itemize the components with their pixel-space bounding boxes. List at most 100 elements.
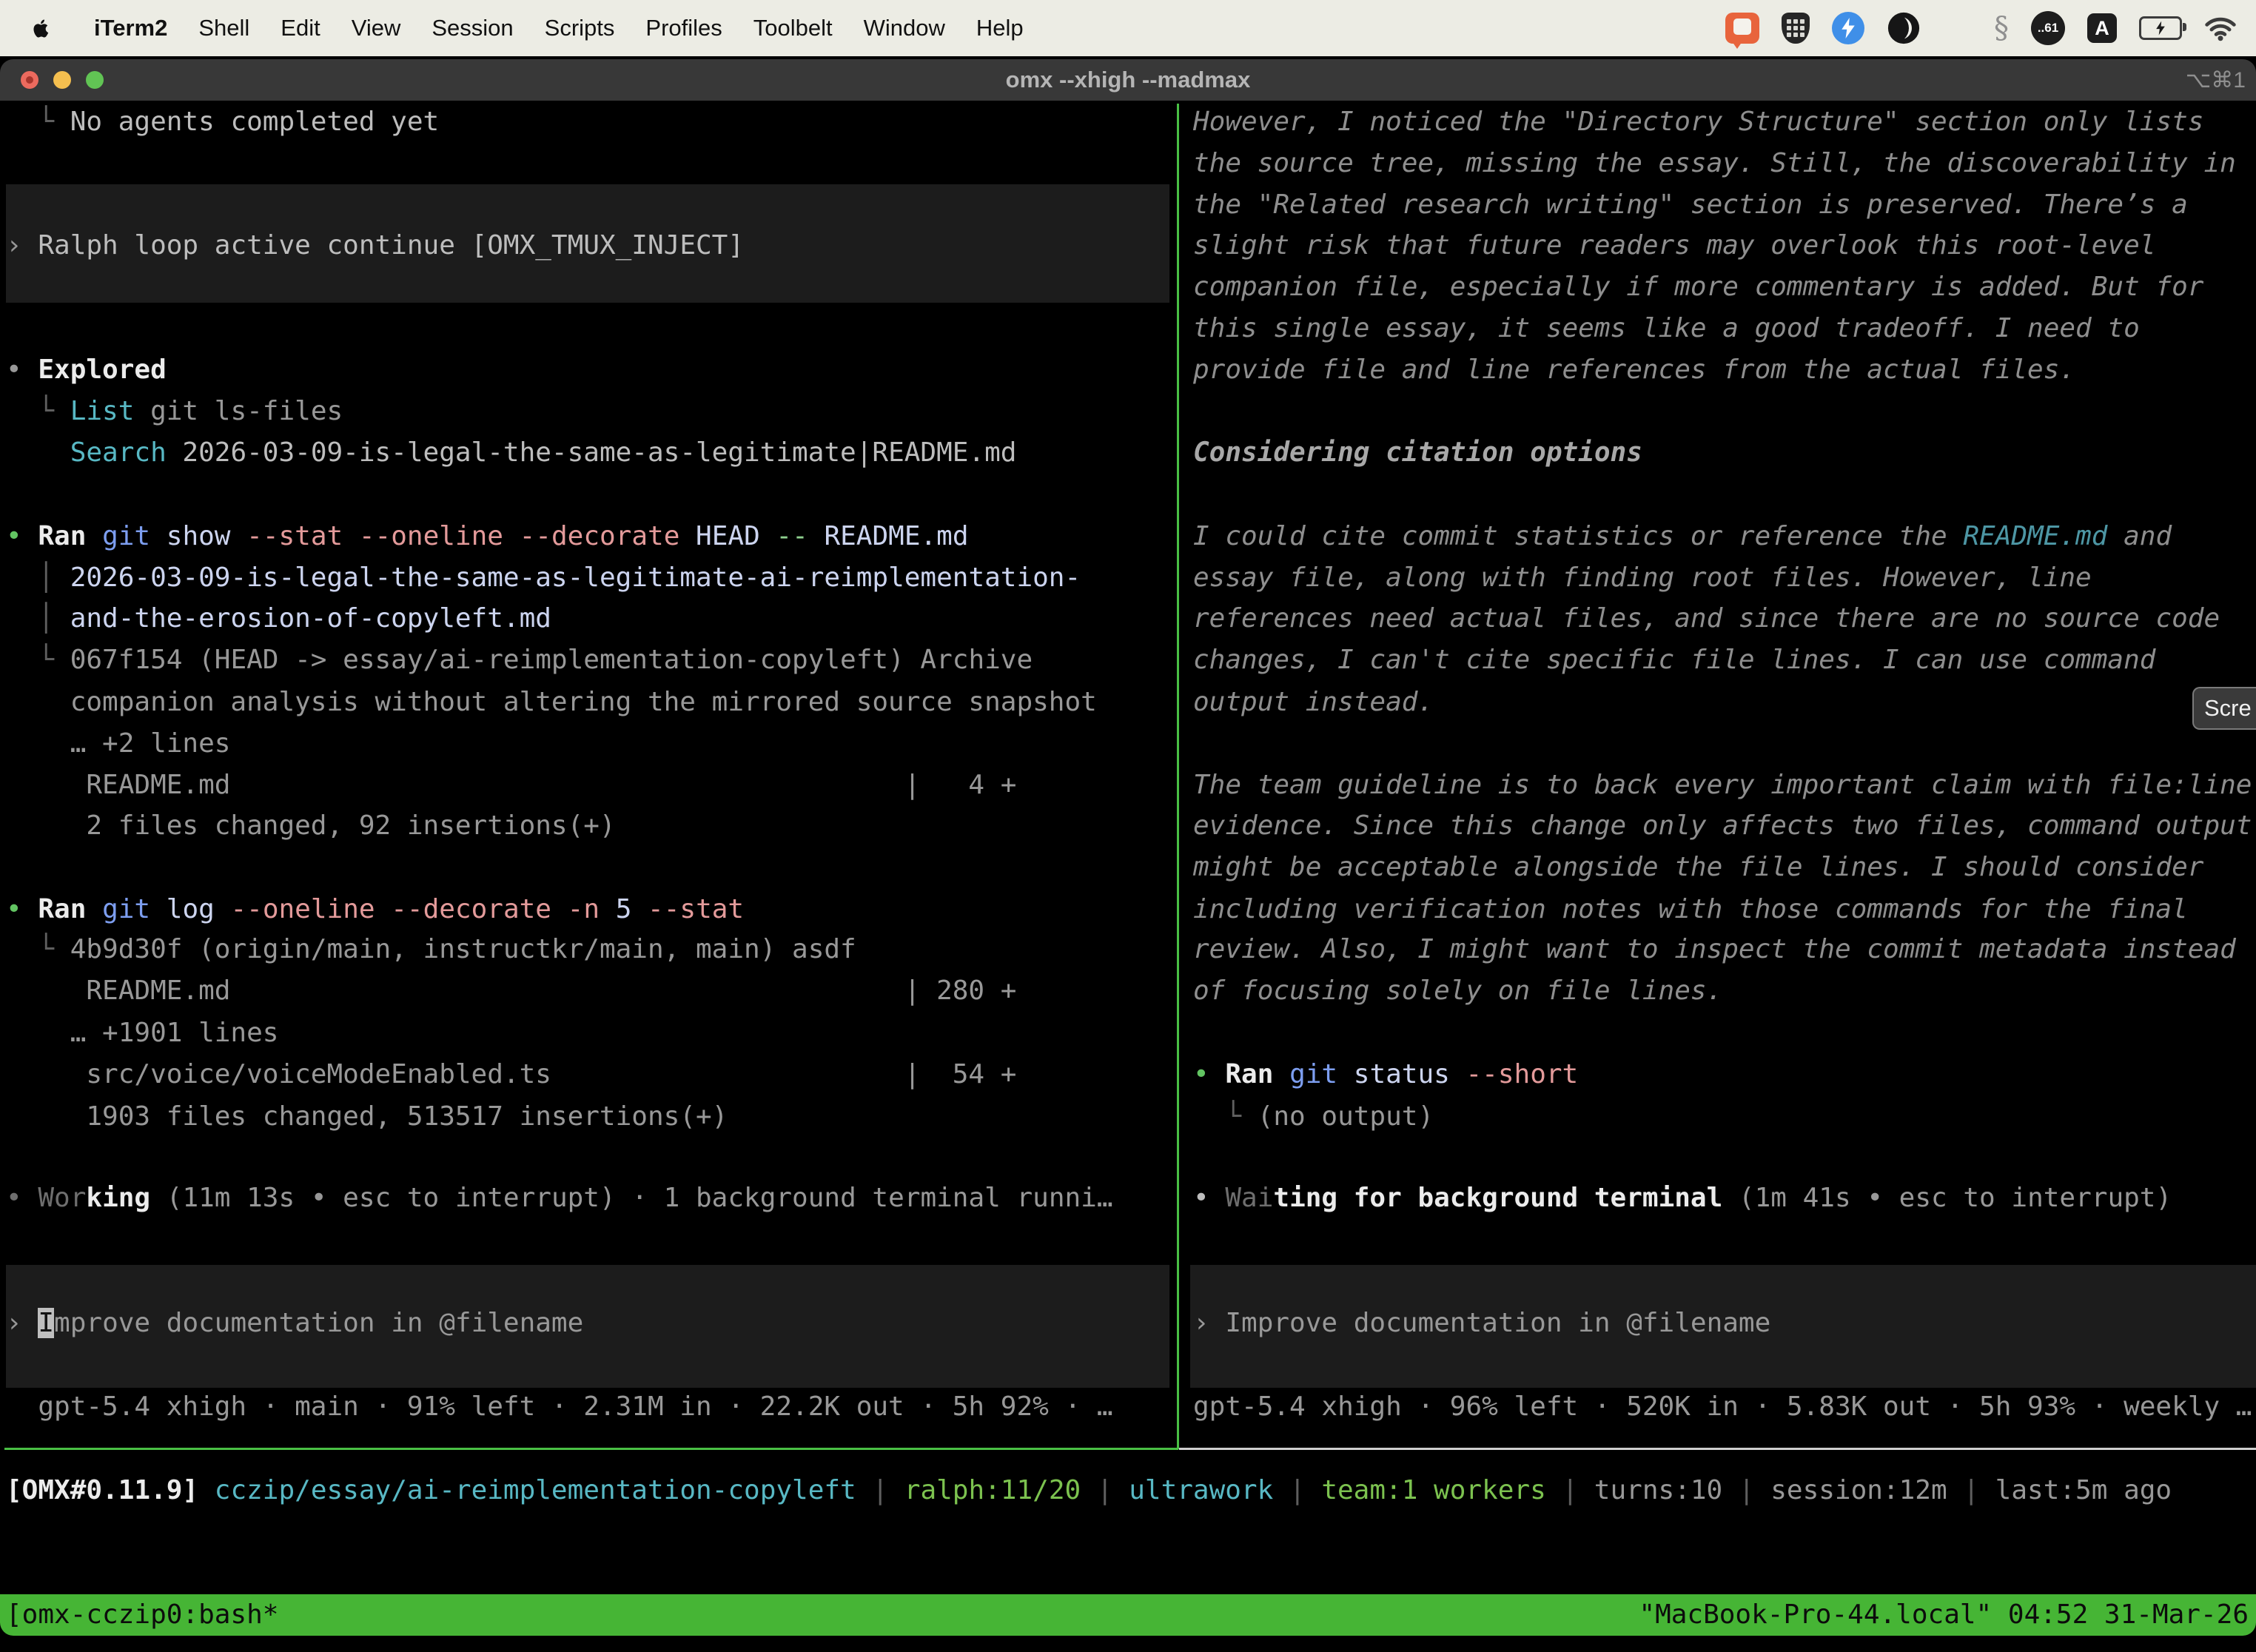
terminal-line: gpt-5.4 xhigh · 96% left · 520K in · 5.8… [1193,1386,2252,1428]
bolt-badge-icon[interactable] [1832,12,1864,44]
terminal-line: • Working (11m 13s • esc to interrupt) ·… [6,1178,1113,1219]
menu-item-profiles[interactable]: Profiles [630,15,737,41]
text-segment: (no output) [1258,1101,1434,1132]
terminal-line: I could cite commit statistics or refere… [1193,516,2172,557]
wifi-icon[interactable] [2204,15,2237,41]
terminal-line: gpt-5.4 xhigh · main · 91% left · 2.31M … [6,1386,1113,1428]
menu-item-shell[interactable]: Shell [183,15,265,41]
pane-divider-vertical[interactable] [1177,104,1179,1449]
apple-icon[interactable] [28,16,53,41]
terminal-line: the source tree, missing the essay. Stil… [1193,143,2236,184]
text-segment: ultrawork [1129,1475,1273,1505]
text-segment: Ran [38,521,86,551]
text-segment: companion analysis without altering the … [6,687,1097,717]
menu-item-iterm2[interactable]: iTerm2 [78,15,183,41]
terminal-line: │ 2026-03-09-is-legal-the-same-as-legiti… [6,557,1081,599]
text-segment: 067f154 (HEAD -> essay/ai-reimplementati… [70,645,1033,675]
chat-icon[interactable] [1725,13,1759,44]
text-segment: -- [760,521,808,551]
terminal-line: companion file, especially if more comme… [1193,266,2203,308]
menu-item-scripts[interactable]: Scripts [529,15,631,41]
text-segment [1273,1059,1289,1089]
text-segment: The team guideline is to back every impo… [1193,770,2252,800]
text-segment: Wai [1225,1183,1273,1213]
text-segment: Wor [38,1183,86,1213]
menu-item-toolbelt[interactable]: Toolbelt [738,15,848,41]
terminal-line: └ (no output) [1193,1096,1434,1138]
text-segment: README.md | 280 + [6,976,1016,1006]
text-segment: the "Related research writing" section i… [1193,189,2188,220]
screen-share-overlay: Scre [2192,687,2256,730]
text-segment: List [70,396,135,426]
dots-grid-icon[interactable] [1943,14,1972,43]
menu-item-window[interactable]: Window [848,15,961,41]
text-segment: provide file and line references from th… [1193,355,2075,385]
text-segment: --oneline [215,894,375,924]
battery-charging-icon[interactable] [2139,16,2182,40]
text-segment: • [1193,1059,1225,1089]
crescent-icon[interactable] [1887,11,1921,45]
text-segment: show [150,521,230,551]
terminal-line: … +1901 lines [6,1013,278,1054]
text-segment: 2026-03-09-is-legal-the-same-as-legitima… [167,437,1017,468]
terminal-line: evidence. Since this change only affects… [1193,805,2252,847]
text-segment: Ralph loop active continue [OMX_TMUX_INJ… [38,230,744,261]
tmux-status-bar: [omx-cczip0:bash* "MacBook-Pro-44.local"… [0,1594,2256,1636]
text-segment: git [1289,1059,1337,1089]
shield-grid-icon[interactable] [1782,13,1810,44]
terminal-line: README.md | 4 + [6,765,1016,806]
text-segment: cczip/essay/ai-reimplementation-copyleft [215,1475,856,1505]
text-segment: --stat [631,894,744,924]
text-segment: • [6,894,38,924]
text-segment: last:5m ago [1995,1475,2172,1505]
text-segment: | [1273,1475,1321,1505]
text-segment: --oneline [343,521,503,551]
menu-item-help[interactable]: Help [961,15,1039,41]
text-segment: git [102,894,150,924]
tmux-session-label: [omx-cczip0:bash* [6,1594,278,1636]
text-segment: I [38,1308,54,1338]
text-segment [86,894,102,924]
text-segment: [OMX#0.11.9] [6,1475,198,1505]
terminal-content: └ No agents completed yet› Ralph loop ac… [0,59,2256,1636]
battery-percent-icon[interactable]: ..61 [2031,11,2065,45]
text-segment: HEAD [679,521,759,551]
terminal-line: • Waiting for background terminal (1m 41… [1193,1178,2172,1219]
terminal-line: › Ralph loop active continue [OMX_TMUX_I… [6,225,744,266]
text-segment: └ [6,107,70,137]
terminal-line: references need actual files, and since … [1193,598,2220,639]
terminal-line: • Ran git show --stat --oneline --decora… [6,516,969,557]
text-segment: and-the-erosion-of-copyleft.md [70,603,551,634]
menu-item-view[interactable]: View [336,15,417,41]
terminal-line: 1903 files changed, 513517 insertions(+) [6,1096,728,1138]
text-segment: ting for background terminal [1273,1183,1722,1213]
terminal-line: └ 4b9d30f (origin/main, instructkr/main,… [6,929,856,970]
text-segment: slight risk that future readers may over… [1193,230,2155,261]
text-segment: | [1722,1475,1770,1505]
text-segment: | [856,1475,904,1505]
terminal-line: src/voice/voiceModeEnabled.ts | 54 + [6,1054,1016,1095]
terminal-line: However, I noticed the "Directory Struct… [1193,101,2203,143]
text-segment: · 1 background terminal runni… [616,1183,1113,1213]
squiggle-icon[interactable]: § [1994,11,2009,45]
text-segment: session:12m [1770,1475,1947,1505]
menu-item-session[interactable]: Session [416,15,528,41]
text-segment: › [6,230,38,261]
text-segment: | [1081,1475,1129,1505]
text-segment: git ls-files [134,396,343,426]
text-segment: might be acceptable alongside the file l… [1193,852,2203,882]
text-segment: • [1193,1183,1225,1213]
text-segment: … +2 lines [6,728,230,759]
terminal-line: slight risk that future readers may over… [1193,225,2155,266]
text-segment: --short [1450,1059,1578,1089]
text-segment: src/voice/voiceModeEnabled.ts | 54 + [6,1059,1016,1089]
text-segment: • [6,521,38,551]
text-segment: └ [6,645,70,675]
omx-status-line: [OMX#0.11.9] cczip/essay/ai-reimplementa… [6,1470,2172,1511]
text-segment: --decorate [503,521,679,551]
text-segment: Explored [38,355,166,385]
menu-item-edit[interactable]: Edit [265,15,335,41]
menu-bar: iTerm2ShellEditViewSessionScriptsProfile… [0,0,2256,56]
input-source-icon[interactable]: A [2087,13,2117,43]
terminal-line: 2 files changed, 92 insertions(+) [6,805,616,847]
